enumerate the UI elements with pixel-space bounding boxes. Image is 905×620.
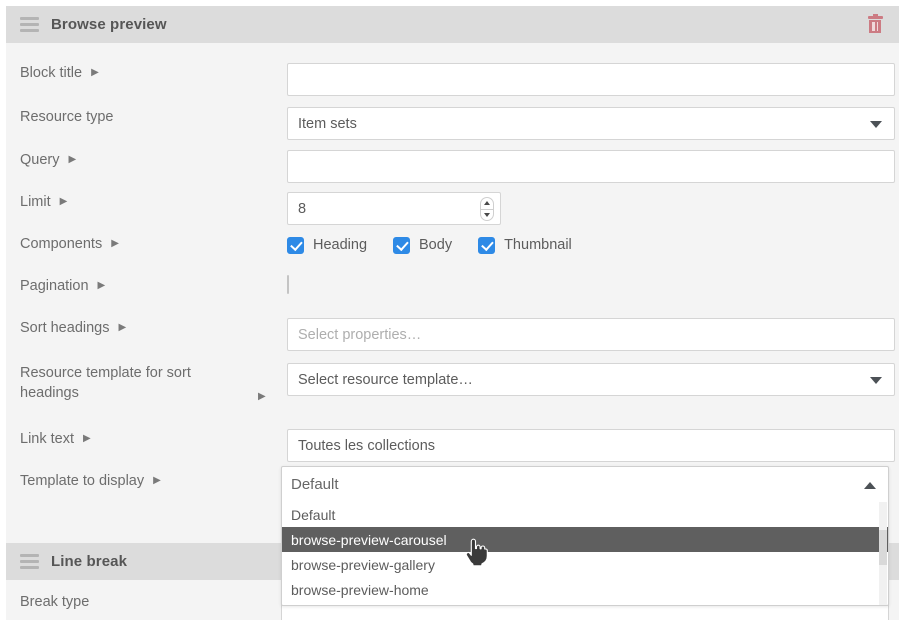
components-checkbox-group: Heading Body Thumbnail <box>287 234 895 256</box>
template-to-display-combobox: Default Default browse-preview-carousel … <box>281 466 889 606</box>
control-resource-type: Item sets <box>287 107 895 140</box>
resource-type-value: Item sets <box>298 115 357 132</box>
checkbox-item-body[interactable]: Body <box>393 236 453 254</box>
drag-handle-icon[interactable] <box>20 17 39 32</box>
stepper-down-button[interactable] <box>480 208 494 221</box>
delete-block-button[interactable] <box>865 14 885 36</box>
label-template-to-display: Template to display ▶ <box>20 471 161 491</box>
stepper-up-button[interactable] <box>480 196 494 209</box>
resource-template-sort-value: Select resource template… <box>298 371 473 388</box>
info-disclosure-arrow-icon[interactable]: ▶ <box>69 150 77 170</box>
label-resource-template-sort: Resource template for sort headings ▶ <box>20 363 280 403</box>
dropdown-scrollbar[interactable] <box>879 502 887 605</box>
label-components: Components ▶ <box>20 234 119 254</box>
info-disclosure-arrow-icon[interactable]: ▶ <box>83 429 91 449</box>
option-default[interactable]: Default <box>282 502 888 527</box>
info-disclosure-arrow-icon[interactable]: ▶ <box>153 471 161 491</box>
block-header-browse-preview: Browse preview <box>6 6 899 43</box>
checkbox-item-thumbnail[interactable]: Thumbnail <box>478 236 572 254</box>
info-disclosure-arrow-icon[interactable]: ▶ <box>98 276 106 296</box>
option-browse-preview-gallery[interactable]: browse-preview-gallery <box>282 552 888 577</box>
checkbox-label-heading: Heading <box>313 237 368 253</box>
trash-icon <box>867 14 883 33</box>
checkbox-thumbnail[interactable] <box>478 236 496 254</box>
info-disclosure-arrow-icon[interactable]: ▶ <box>60 192 68 212</box>
query-input[interactable] <box>287 150 895 183</box>
sort-headings-placeholder: Select properties… <box>298 326 422 343</box>
block-browse-preview: Browse preview Block title ▶ Resource ty… <box>6 6 899 543</box>
control-block-title <box>287 63 895 96</box>
block-title-browse-preview: Browse preview <box>51 16 167 33</box>
info-disclosure-arrow-icon[interactable]: ▶ <box>258 387 266 407</box>
label-sort-headings: Sort headings ▶ <box>20 318 127 338</box>
control-pagination <box>287 275 895 294</box>
checkbox-pagination[interactable] <box>287 275 289 294</box>
checkbox-heading[interactable] <box>287 236 304 254</box>
control-sort-headings: Select properties… <box>287 318 895 351</box>
sort-headings-input[interactable]: Select properties… <box>287 318 895 351</box>
resource-type-select[interactable]: Item sets <box>287 107 895 140</box>
limit-number-field <box>287 192 501 225</box>
label-link-text: Link text ▶ <box>20 429 91 449</box>
limit-input[interactable] <box>288 193 468 224</box>
block-title-line-break: Line break <box>51 553 128 570</box>
dropdown-scrollbar-thumb[interactable] <box>879 529 887 565</box>
option-browse-preview-carousel[interactable]: browse-preview-carousel <box>282 527 888 552</box>
checkbox-body[interactable] <box>393 236 411 254</box>
block-title-input[interactable] <box>287 63 895 96</box>
label-block-title: Block title ▶ <box>20 63 99 83</box>
label-limit: Limit ▶ <box>20 192 68 212</box>
control-link-text <box>287 429 895 462</box>
label-break-type: Break type <box>20 594 90 610</box>
page-root: Browse preview Block title ▶ Resource ty… <box>0 0 905 620</box>
info-disclosure-arrow-icon[interactable]: ▶ <box>111 234 119 254</box>
resource-template-sort-select[interactable]: Select resource template… <box>287 363 895 396</box>
control-resource-template-sort: Select resource template… <box>287 363 895 396</box>
chevron-up-icon <box>864 481 876 489</box>
checkbox-item-heading[interactable]: Heading <box>287 236 368 254</box>
info-disclosure-arrow-icon[interactable]: ▶ <box>118 318 126 338</box>
template-options-list[interactable]: Default browse-preview-carousel browse-p… <box>282 502 888 605</box>
label-pagination: Pagination ▶ <box>20 276 106 296</box>
checkbox-label-thumbnail: Thumbnail <box>504 237 572 253</box>
template-to-display-value: Default <box>291 476 339 493</box>
link-text-input[interactable] <box>287 429 895 462</box>
chevron-down-icon <box>870 120 882 128</box>
info-disclosure-arrow-icon[interactable]: ▶ <box>91 63 99 83</box>
chevron-down-icon <box>870 376 882 384</box>
control-query <box>287 150 895 183</box>
label-query: Query ▶ <box>20 150 77 170</box>
option-browse-preview-home[interactable]: browse-preview-home <box>282 577 888 602</box>
checkbox-label-body: Body <box>419 237 453 253</box>
quantity-stepper <box>480 196 494 221</box>
label-resource-type: Resource type <box>20 109 114 125</box>
control-components: Heading Body Thumbnail <box>287 234 895 256</box>
template-to-display-select[interactable]: Default <box>282 467 888 502</box>
drag-handle-icon[interactable] <box>20 554 39 569</box>
control-limit <box>287 192 895 225</box>
combobox-panel: Default Default browse-preview-carousel … <box>281 466 889 606</box>
